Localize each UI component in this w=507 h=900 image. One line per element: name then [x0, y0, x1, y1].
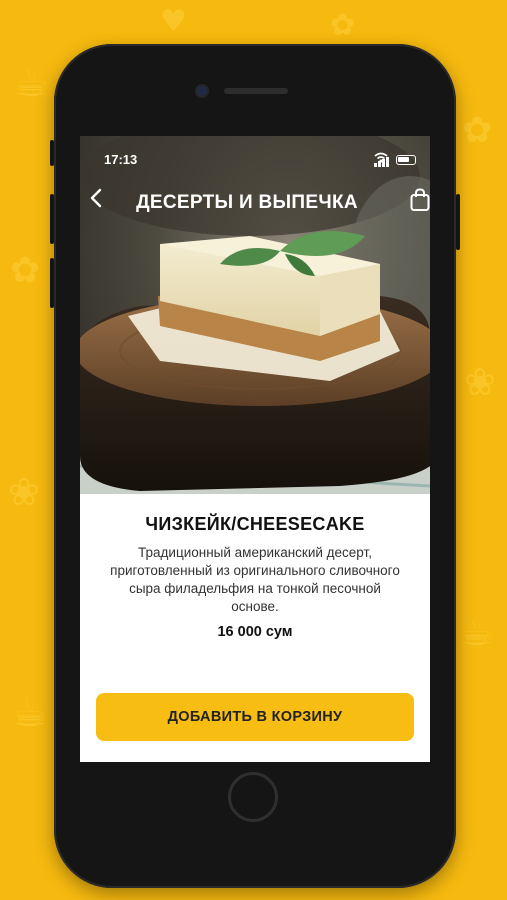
app-screen: 17:13 ДЕСЕРТЫ И ВЫПЕЧКА ЧИЗКЕЙК/CHEESECA… — [80, 136, 430, 762]
phone-side-button — [50, 194, 54, 244]
phone-side-button — [50, 140, 54, 166]
status-icons — [374, 152, 416, 167]
page-title: ДЕСЕРТЫ И ВЫПЕЧКА — [136, 192, 358, 213]
background-doodle: ☕ — [460, 610, 495, 654]
background-doodle: ✿ — [330, 8, 356, 43]
background-doodle: ♥ — [160, 4, 187, 39]
background-doodle: ☕ — [12, 690, 48, 736]
phone-side-button — [50, 258, 54, 308]
shopping-bag-icon — [410, 188, 430, 211]
background-doodle: ✿ — [10, 250, 41, 291]
home-button[interactable] — [228, 772, 278, 822]
status-bar: 17:13 — [80, 136, 430, 180]
phone-frame: 17:13 ДЕСЕРТЫ И ВЫПЕЧКА ЧИЗКЕЙК/CHEESECA… — [50, 44, 460, 888]
front-camera — [197, 86, 207, 96]
background-doodle: ✿ — [462, 110, 493, 151]
add-to-cart-button[interactable]: ДОБАВИТЬ В КОРЗИНУ — [96, 693, 414, 741]
background-doodle: ❀ — [8, 470, 40, 514]
phone-side-button — [456, 194, 460, 250]
product-name: ЧИЗКЕЙК/CHEESECAKE — [145, 514, 365, 534]
chevron-left-icon — [90, 188, 102, 208]
background-doodle: ❀ — [464, 360, 496, 404]
product-price: 16 000 сум — [217, 624, 293, 640]
battery-icon — [396, 154, 416, 165]
background-doodle: ☕ — [14, 60, 50, 106]
wifi-icon — [374, 152, 388, 163]
status-time: 17:13 — [104, 152, 138, 167]
navigation-bar: ДЕСЕРТЫ И ВЫПЕЧКА — [80, 184, 430, 220]
product-image: 17:13 ДЕСЕРТЫ И ВЫПЕЧКА — [80, 136, 430, 494]
earpiece-speaker — [224, 88, 288, 94]
product-description: Традиционный американский десерт, пригот… — [110, 545, 400, 614]
